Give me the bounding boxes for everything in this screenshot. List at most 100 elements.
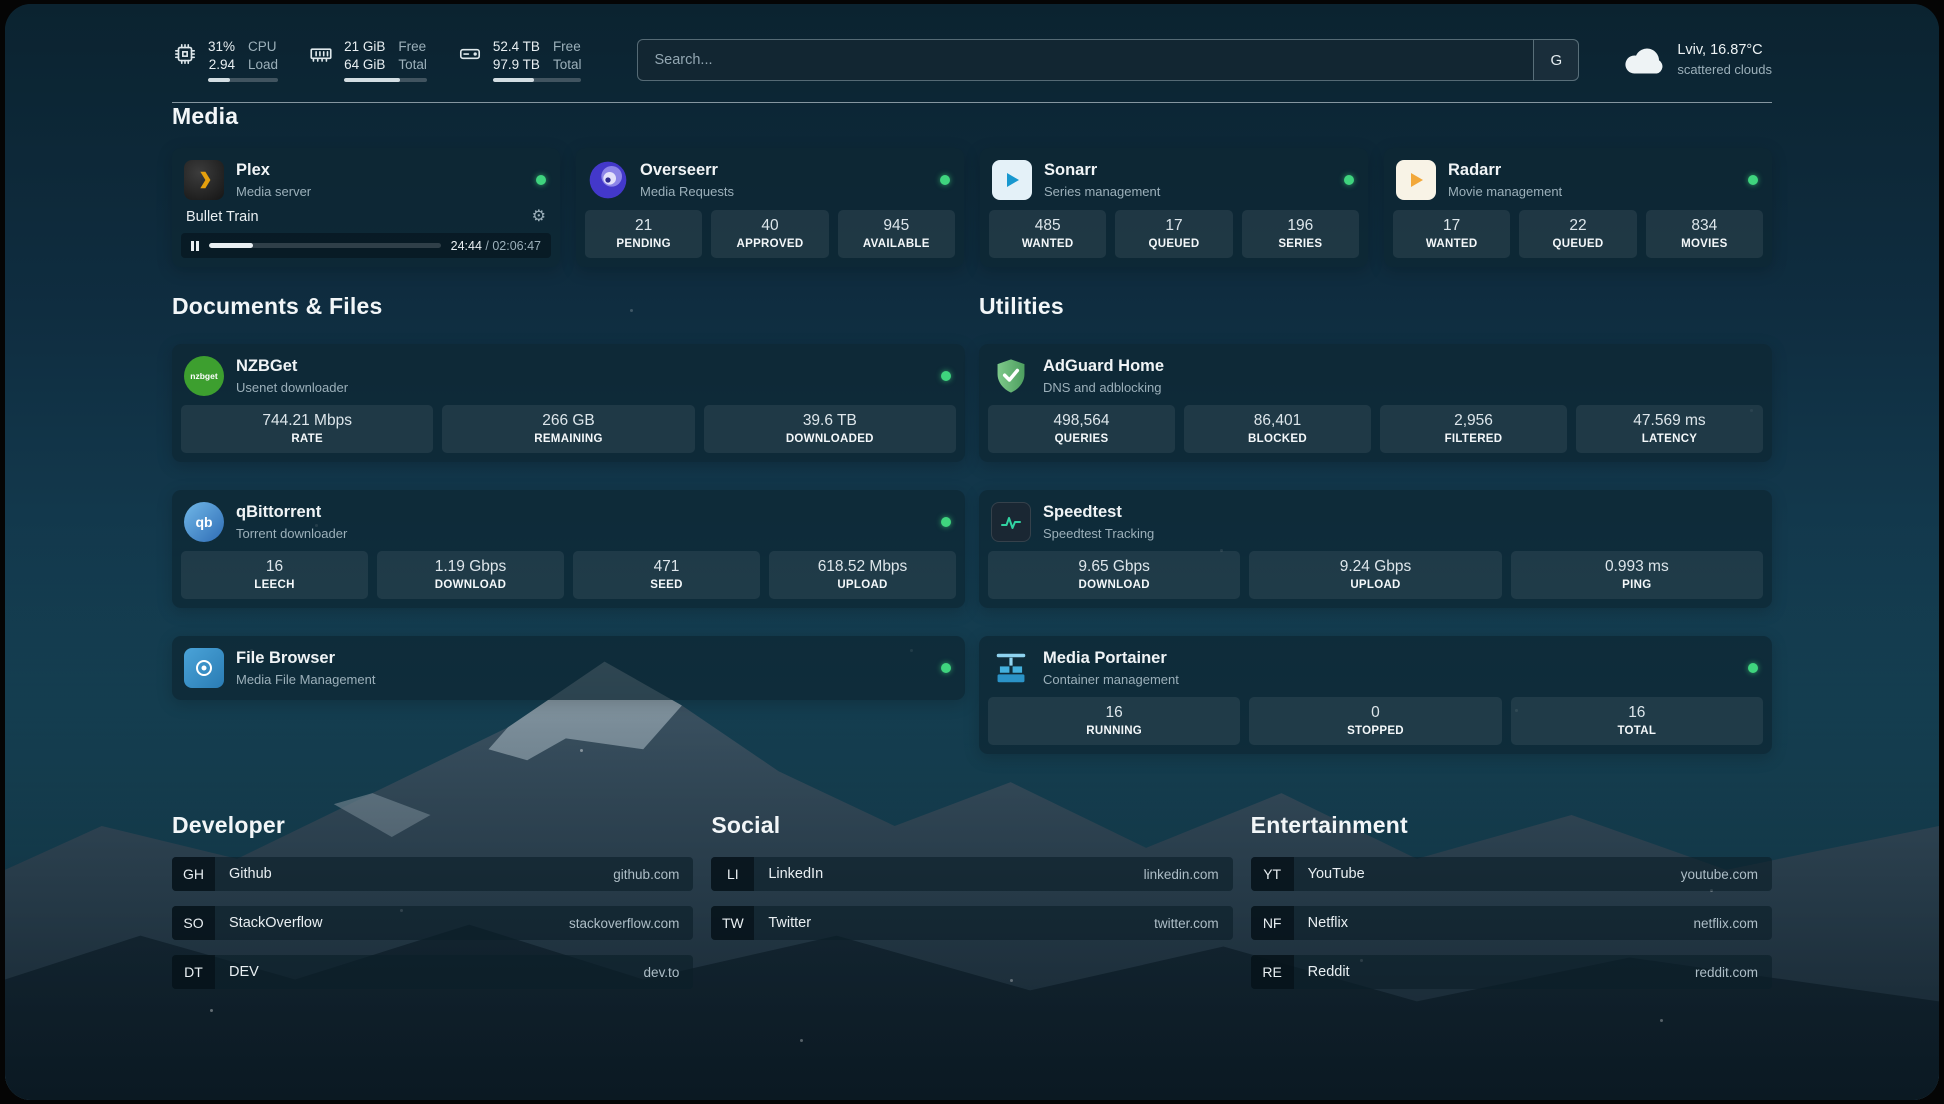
stat-seed: 471SEED	[573, 551, 760, 599]
stat-pending: 21PENDING	[585, 210, 702, 258]
bookmark-url: twitter.com	[1154, 916, 1219, 931]
stat-wanted: 485WANTED	[989, 210, 1106, 258]
search-provider-button[interactable]: G	[1533, 39, 1579, 81]
gear-icon[interactable]: ⚙	[532, 209, 546, 225]
bookmark-reddit[interactable]: RE Reddit reddit.com	[1251, 955, 1772, 989]
bookmark-abbr: GH	[172, 857, 215, 891]
top-bar: 31% 2.94 CPU Load	[172, 4, 1772, 82]
stat-queued: 22QUEUED	[1519, 210, 1636, 258]
ram-free: 21 GiB	[344, 38, 385, 56]
cpu-load-value: 2.94	[209, 56, 235, 74]
stat-rate: 744.21 MbpsRATE	[181, 405, 433, 453]
bookmark-youtube[interactable]: YT YouTube youtube.com	[1251, 857, 1772, 891]
stat-wanted: 17WANTED	[1393, 210, 1510, 258]
cpu-bar	[208, 78, 278, 82]
stat-queries: 498,564QUERIES	[988, 405, 1175, 453]
bookmark-name: StackOverflow	[229, 915, 322, 931]
speedtest-icon	[991, 502, 1031, 542]
section-heading-media: Media	[172, 103, 1772, 130]
service-description: Container management	[1043, 672, 1179, 687]
bookmark-url: stackoverflow.com	[569, 916, 679, 931]
cpu-icon	[172, 41, 198, 67]
sonarr-icon	[992, 160, 1032, 200]
disk-free: 52.4 TB	[493, 38, 540, 56]
service-description: Media server	[236, 184, 311, 199]
stat-leech: 16LEECH	[181, 551, 368, 599]
ram-icon	[308, 41, 334, 67]
bookmark-url: dev.to	[644, 965, 680, 980]
stat-downloaded: 39.6 TBDOWNLOADED	[704, 405, 956, 453]
disk-total: 97.9 TB	[493, 56, 540, 74]
pause-icon	[191, 241, 199, 251]
service-name: Sonarr	[1044, 161, 1160, 181]
stat-latency: 47.569 msLATENCY	[1576, 405, 1763, 453]
bookmarks-section: Developer GH Github github.com SO StackO…	[172, 812, 1772, 1039]
bookmark-name: LinkedIn	[768, 866, 823, 882]
portainer-icon	[991, 648, 1031, 688]
service-card-plex[interactable]: Plex Media server Bullet Train ⚙ 24:44 /…	[172, 148, 560, 267]
status-dot	[941, 371, 951, 381]
ram-total-label: Total	[398, 56, 427, 74]
bookmark-column-developer: Developer GH Github github.com SO StackO…	[172, 812, 693, 989]
search-input[interactable]	[637, 39, 1533, 81]
disk-bar	[493, 78, 582, 82]
service-card-overseerr[interactable]: Overseerr Media Requests 21PENDING 40APP…	[576, 148, 964, 267]
bookmark-name: Netflix	[1308, 915, 1348, 931]
playback-bar: 24:44 / 02:06:47	[181, 233, 551, 258]
disk-total-label: Total	[553, 56, 582, 74]
section-heading-entertainment: Entertainment	[1251, 812, 1772, 839]
stat-movies: 834MOVIES	[1646, 210, 1763, 258]
adguard-icon	[991, 356, 1031, 396]
bookmark-abbr: YT	[1251, 857, 1294, 891]
bookmark-github[interactable]: GH Github github.com	[172, 857, 693, 891]
stat-available: 945AVAILABLE	[838, 210, 955, 258]
section-heading-utilities: Utilities	[979, 293, 1772, 320]
service-name: File Browser	[236, 649, 375, 669]
service-name: Speedtest	[1043, 503, 1154, 523]
service-name: Media Portainer	[1043, 649, 1179, 669]
weather-location: Lviv, 16.87°C	[1677, 41, 1772, 61]
bookmark-abbr: LI	[711, 857, 754, 891]
overseerr-icon	[588, 160, 628, 200]
stat-upload: 618.52 MbpsUPLOAD	[769, 551, 956, 599]
bookmark-dev[interactable]: DT DEV dev.to	[172, 955, 693, 989]
playback-time: 24:44 / 02:06:47	[451, 239, 541, 253]
ram-widget: 21 GiB 64 GiB Free Total	[308, 38, 427, 82]
ram-total: 64 GiB	[344, 56, 385, 74]
service-name: Overseerr	[640, 161, 734, 181]
service-card-radarr[interactable]: Radarr Movie management 17WANTED 22QUEUE…	[1384, 148, 1772, 267]
bookmark-linkedin[interactable]: LI LinkedIn linkedin.com	[711, 857, 1232, 891]
bookmark-column-entertainment: Entertainment YT YouTube youtube.com NF …	[1251, 812, 1772, 989]
bookmark-twitter[interactable]: TW Twitter twitter.com	[711, 906, 1232, 940]
bookmark-name: DEV	[229, 964, 259, 980]
bookmark-netflix[interactable]: NF Netflix netflix.com	[1251, 906, 1772, 940]
playback-progress[interactable]	[209, 243, 441, 248]
bookmark-name: Github	[229, 866, 272, 882]
stat-filtered: 2,956FILTERED	[1380, 405, 1567, 453]
ram-free-label: Free	[398, 38, 426, 56]
cloud-icon	[1623, 45, 1665, 75]
service-description: DNS and adblocking	[1043, 380, 1164, 395]
bookmark-abbr: SO	[172, 906, 215, 940]
cpu-widget: 31% 2.94 CPU Load	[172, 38, 278, 82]
service-description: Torrent downloader	[236, 526, 347, 541]
bookmark-name: YouTube	[1308, 866, 1365, 882]
stat-series: 196SERIES	[1242, 210, 1359, 258]
service-card-qbittorrent[interactable]: qb qBittorrent Torrent downloader 16LEEC…	[172, 490, 965, 608]
service-description: Media File Management	[236, 672, 375, 687]
service-card-portainer[interactable]: Media Portainer Container management 16R…	[979, 636, 1772, 754]
service-card-sonarr[interactable]: Sonarr Series management 485WANTED 17QUE…	[980, 148, 1368, 267]
dashboard: 31% 2.94 CPU Load	[5, 4, 1939, 1100]
stat-total: 16TOTAL	[1511, 697, 1763, 745]
cpu-label: CPU	[248, 38, 277, 56]
stat-upload: 9.24 GbpsUPLOAD	[1249, 551, 1501, 599]
service-card-speedtest[interactable]: Speedtest Speedtest Tracking 9.65 GbpsDO…	[979, 490, 1772, 608]
stat-download: 9.65 GbpsDOWNLOAD	[988, 551, 1240, 599]
service-card-nzbget[interactable]: nzbget NZBGet Usenet downloader 744.21 M…	[172, 344, 965, 462]
bookmark-name: Twitter	[768, 915, 811, 931]
service-card-adguard[interactable]: AdGuard Home DNS and adblocking 498,564Q…	[979, 344, 1772, 462]
bookmark-stackoverflow[interactable]: SO StackOverflow stackoverflow.com	[172, 906, 693, 940]
service-card-filebrowser[interactable]: File Browser Media File Management	[172, 636, 965, 700]
service-name: Radarr	[1448, 161, 1562, 181]
ram-bar	[344, 78, 427, 82]
